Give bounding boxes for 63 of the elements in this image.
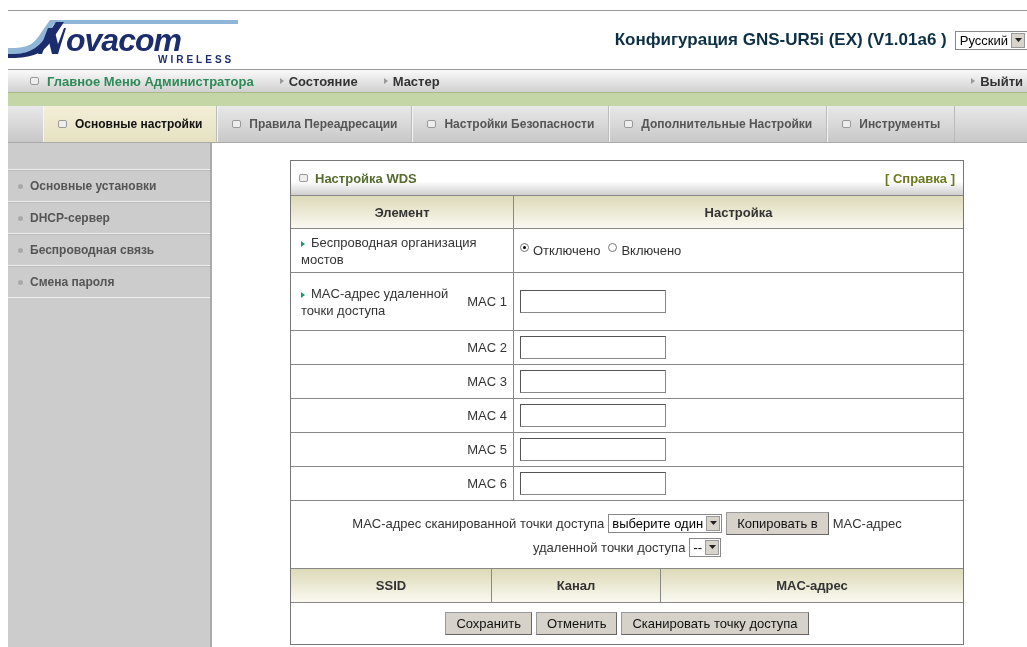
nav-link[interactable]: Мастер bbox=[383, 73, 440, 89]
square-bullet-icon bbox=[299, 174, 308, 182]
column-header: Канал bbox=[492, 569, 661, 602]
sidebar-item[interactable]: Основные установки bbox=[8, 170, 210, 202]
action-button[interactable]: Сканировать точку доступа bbox=[621, 611, 809, 635]
square-bullet-icon bbox=[30, 77, 39, 85]
mac-slot-select[interactable]: -- bbox=[689, 538, 722, 557]
action-button[interactable]: Отменить bbox=[536, 611, 618, 635]
tab[interactable]: Настройки Безопасности bbox=[412, 106, 610, 142]
mac-input-field[interactable] bbox=[520, 336, 666, 359]
access-point-select[interactable]: выберите один bbox=[608, 514, 723, 533]
bullet-icon bbox=[18, 183, 23, 189]
help-link[interactable]: [ Справка ] bbox=[884, 170, 955, 186]
column-header: MAC-адрес bbox=[775, 577, 849, 595]
tab[interactable]: Правила Переадресации bbox=[217, 106, 413, 142]
field-label: MAC 5 bbox=[467, 442, 507, 457]
triangle-bullet-icon bbox=[971, 78, 976, 84]
radio-label: Включено bbox=[621, 243, 682, 258]
sidebar-item[interactable]: Смена пароля bbox=[8, 266, 210, 298]
bullet-icon bbox=[18, 279, 23, 285]
square-bullet-icon bbox=[232, 120, 242, 128]
column-header: Настройка bbox=[513, 195, 963, 229]
triangle-bullet-icon bbox=[383, 78, 388, 84]
tab[interactable]: Основные настройки bbox=[43, 106, 218, 142]
action-button[interactable]: Сохранить bbox=[445, 611, 532, 635]
panel-title: Настройка WDS bbox=[299, 170, 417, 186]
mac-input-field[interactable] bbox=[520, 472, 666, 495]
logout-link[interactable]: Выйти bbox=[971, 73, 1023, 89]
square-bullet-icon bbox=[427, 120, 437, 128]
nav-link[interactable]: Состояние bbox=[279, 73, 358, 89]
mac-input-field[interactable] bbox=[520, 290, 666, 313]
field-label: MAC 1 bbox=[467, 294, 507, 309]
mac-input-field[interactable] bbox=[520, 370, 666, 393]
scan-label: MAC-адрес сканированной точки доступа bbox=[352, 516, 605, 531]
mac-input-field[interactable] bbox=[520, 404, 666, 427]
field-label: MAC 6 bbox=[467, 476, 507, 491]
column-header: Элемент bbox=[291, 195, 514, 229]
copy-button[interactable]: Копировать в bbox=[726, 512, 829, 535]
field-label: MAC 3 bbox=[467, 374, 507, 389]
bullet-icon bbox=[18, 247, 23, 253]
scan-label: MAC-адрес bbox=[832, 516, 902, 531]
sidebar-item[interactable]: DHCP-сервер bbox=[8, 202, 210, 234]
logo-letter-icon bbox=[36, 26, 66, 56]
bullet-icon bbox=[18, 215, 23, 221]
tab[interactable]: Дополнительные Настройки bbox=[609, 106, 828, 142]
page-title: Конфигурация GNS-UR5i (EX) (V1.01a6 ) bbox=[614, 30, 947, 50]
scan-label: удаленной точки доступа bbox=[532, 540, 686, 555]
field-label: MAC 4 bbox=[467, 408, 507, 423]
square-bullet-icon bbox=[842, 120, 852, 128]
triangle-bullet-icon bbox=[301, 291, 305, 298]
triangle-bullet-icon bbox=[279, 78, 284, 84]
mac-input-field[interactable] bbox=[520, 438, 666, 461]
language-select[interactable]: Русский bbox=[954, 30, 1027, 50]
square-bullet-icon bbox=[58, 120, 67, 128]
square-bullet-icon bbox=[624, 120, 634, 128]
setting-label: Беспроводная организация мостов bbox=[300, 233, 478, 268]
column-header: SSID bbox=[291, 569, 492, 602]
sidebar-item[interactable]: Беспроводная связь bbox=[8, 234, 210, 266]
triangle-bullet-icon bbox=[301, 240, 305, 247]
radio-label: Отключено bbox=[533, 243, 601, 258]
setting-label: MAC-адрес удаленной точки доступа bbox=[300, 284, 450, 319]
field-label: MAC 2 bbox=[467, 340, 507, 355]
tab[interactable]: Инструменты bbox=[827, 106, 956, 142]
